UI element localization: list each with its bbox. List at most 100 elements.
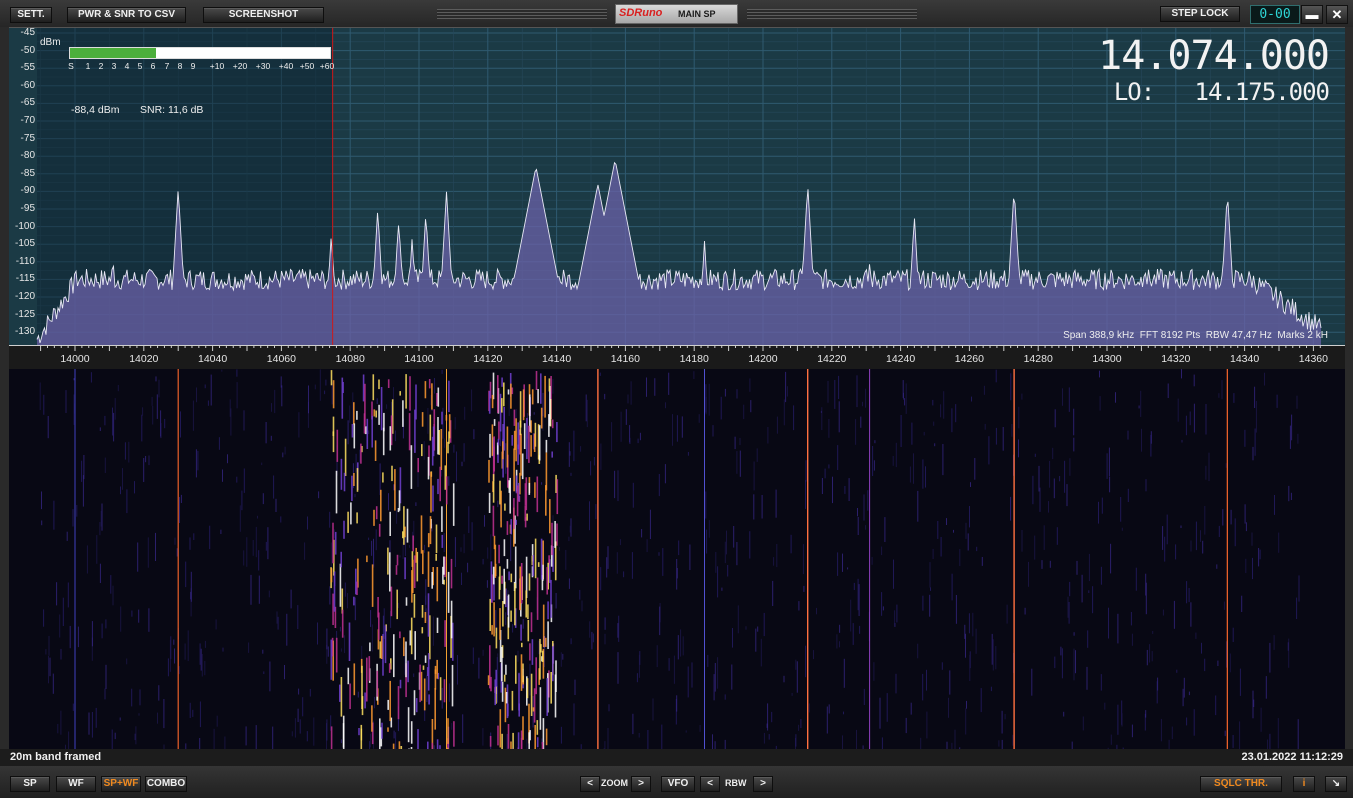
wf-signal [532, 707, 535, 712]
sp-mode-button[interactable]: SP [10, 776, 50, 792]
wf-signal [356, 410, 358, 420]
wf-noise [375, 529, 377, 551]
wf-signal [368, 656, 371, 681]
info-button[interactable]: i [1293, 776, 1315, 792]
rbw-down-button[interactable]: < [700, 776, 720, 792]
wf-noise [560, 726, 562, 744]
wf-noise [708, 383, 710, 416]
minimize-button[interactable]: ▬ [1301, 5, 1323, 24]
wf-noise [432, 616, 434, 646]
wf-noise [1289, 425, 1291, 449]
wf-noise [204, 384, 206, 389]
wf-mode-button[interactable]: WF [56, 776, 96, 792]
s-meter-tick: +20 [232, 61, 248, 71]
wf-noise [48, 656, 49, 684]
wf-noise [763, 612, 765, 637]
wf-noise [1099, 396, 1101, 411]
wf-signal [531, 389, 534, 405]
wf-carrier [807, 369, 809, 749]
wf-signal [330, 370, 333, 386]
wf-noise [1006, 604, 1008, 624]
wf-noise [1081, 574, 1083, 603]
wf-noise [1176, 669, 1178, 673]
wf-noise [355, 453, 357, 473]
step-lock-button[interactable]: STEP LOCK [1160, 6, 1240, 22]
wf-signal [437, 417, 439, 455]
wf-signal [435, 554, 437, 561]
wf-noise [463, 443, 465, 462]
wf-signal [508, 571, 510, 581]
spectrum-panel[interactable]: -45 -50 -55 -60 -65 -70 -75 -80 -85 -90 -95 -100 -10… [9, 27, 1345, 346]
zoom-in-button[interactable]: > [631, 776, 651, 792]
wf-noise [859, 625, 861, 634]
wf-signal [384, 625, 387, 664]
screenshot-button[interactable]: SCREENSHOT [203, 7, 324, 23]
wf-noise [743, 404, 745, 420]
wf-noise [216, 715, 218, 727]
settings-button[interactable]: SETT. [10, 7, 52, 23]
wf-noise [68, 731, 70, 749]
resize-icon[interactable]: ↘ [1325, 776, 1347, 792]
lo-frequency[interactable]: LO: 14.175.000 [1114, 78, 1330, 106]
spwf-mode-button[interactable]: SP+WF [101, 776, 141, 792]
wf-noise [750, 400, 752, 413]
wf-noise [1181, 369, 1182, 379]
wf-signal [410, 617, 413, 655]
wf-noise [1267, 739, 1269, 749]
wf-noise [313, 717, 315, 746]
waterfall-plot[interactable] [9, 369, 1345, 749]
wf-noise [156, 394, 158, 419]
wf-signal [389, 552, 391, 592]
wf-noise [821, 478, 823, 494]
wf-noise [131, 610, 133, 617]
wf-noise [568, 442, 570, 467]
wf-signal [447, 571, 450, 613]
combo-mode-button[interactable]: COMBO [145, 776, 187, 792]
wf-noise [589, 621, 591, 638]
wf-noise [755, 628, 757, 652]
vfo-frequency[interactable]: 14.074.000 [1098, 33, 1330, 79]
wf-noise [1117, 704, 1119, 735]
wf-carrier [704, 369, 705, 749]
wf-signal [364, 692, 366, 709]
wf-noise [147, 537, 149, 568]
sqlc-threshold-button[interactable]: SQLC THR. [1200, 776, 1282, 792]
wf-noise [1138, 405, 1140, 409]
wf-signal [517, 732, 520, 749]
export-csv-button[interactable]: PWR & SNR TO CSV [67, 7, 186, 23]
s-meter-tick: +30 [255, 61, 271, 71]
wf-noise [374, 696, 375, 709]
x-tick-label: 14140 [541, 353, 572, 365]
waterfall-panel[interactable] [9, 369, 1345, 749]
wf-noise [900, 415, 902, 447]
wf-noise [1274, 495, 1275, 515]
wf-signal [517, 444, 519, 465]
frequency-axis[interactable]: 14000 14020 14040 14060 14080 14100 14120 14140… [9, 345, 1345, 369]
zoom-out-button[interactable]: < [580, 776, 600, 792]
wf-noise [1297, 719, 1299, 749]
wf-noise [246, 537, 248, 567]
wf-noise [856, 729, 857, 749]
vfo-button[interactable]: VFO [661, 776, 695, 792]
wf-noise [760, 638, 762, 667]
rbw-up-button[interactable]: > [753, 776, 773, 792]
wf-noise [1193, 374, 1195, 387]
wf-noise [1031, 668, 1033, 696]
wf-noise [795, 659, 797, 670]
close-button[interactable]: ✕ [1326, 5, 1348, 24]
drag-grip-right[interactable] [747, 9, 917, 19]
drag-grip-left[interactable] [437, 9, 607, 19]
wf-noise [911, 422, 913, 445]
wf-noise [1043, 525, 1045, 550]
x-tick-label: 14080 [335, 353, 365, 365]
wf-signal [514, 583, 516, 626]
wf-noise [542, 392, 544, 417]
wf-noise [169, 640, 171, 672]
wf-signal [513, 430, 516, 450]
wf-noise [1021, 530, 1023, 552]
y-tick-label: -105 [14, 238, 35, 250]
x-tick-label: 14280 [1023, 353, 1053, 365]
wf-noise [966, 700, 967, 709]
wf-noise [344, 635, 345, 654]
wf-noise [124, 442, 126, 460]
